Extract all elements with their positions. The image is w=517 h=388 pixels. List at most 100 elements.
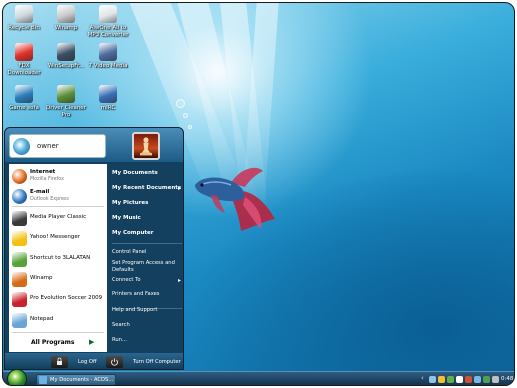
arrow-right-icon: ▶ bbox=[89, 338, 95, 346]
place-item[interactable]: My Pictures bbox=[112, 200, 183, 206]
log-off-label: Log Off bbox=[78, 359, 97, 365]
driver-cleaner-icon bbox=[57, 85, 75, 103]
programs-pane: Internet Mozilla Firefox E-mail Outlook Exp… bbox=[9, 164, 107, 352]
program-item[interactable]: Notepad bbox=[9, 311, 107, 330]
program-item[interactable]: Winamp bbox=[9, 270, 107, 289]
place-label: Help and Support bbox=[112, 307, 158, 313]
place-label: My Pictures bbox=[112, 200, 149, 206]
tray-icon[interactable] bbox=[465, 376, 472, 383]
desktop-icon-label: AlwOne All to MP3 Converter bbox=[87, 25, 129, 38]
program-name: Shortcut to 3LALATAN bbox=[30, 254, 91, 261]
desktop-icon-label: Recycle Bin bbox=[8, 25, 40, 31]
place-label: Set Program Access and Defaults bbox=[112, 260, 175, 273]
places-pane: My Documents My Recent Documents ▸ My Pictu… bbox=[109, 164, 183, 352]
winamp-icon bbox=[12, 271, 27, 287]
lock-icon bbox=[51, 356, 68, 368]
user-picture[interactable] bbox=[132, 132, 160, 160]
place-item[interactable]: Help and Support bbox=[112, 307, 183, 313]
place-label: Printers and Faxes bbox=[112, 291, 160, 297]
program-name: Notepad bbox=[30, 315, 54, 322]
taskbar: My Documents - ACDS... ‹ 0:48 bbox=[3, 369, 514, 385]
taskbar-item[interactable]: My Documents - ACDS... bbox=[36, 374, 116, 385]
place-item[interactable]: Search bbox=[112, 322, 183, 328]
log-off-button[interactable]: Log Off bbox=[51, 356, 101, 368]
program-name: E-mail bbox=[30, 189, 50, 195]
place-item[interactable]: Run... bbox=[112, 337, 183, 343]
user-avatar-icon bbox=[13, 138, 30, 155]
start-menu-header: owner bbox=[5, 128, 183, 162]
tray-expand-icon[interactable]: ‹ bbox=[421, 374, 424, 382]
arrow-right-icon: ▸ bbox=[177, 277, 181, 284]
place-label: Connect To bbox=[112, 277, 141, 283]
yahoo-messenger-icon bbox=[12, 231, 27, 247]
video-icon bbox=[99, 43, 117, 61]
desktop-icon[interactable]: mIRC bbox=[87, 85, 129, 112]
program-subtitle: Outlook Express bbox=[30, 197, 69, 202]
program-item[interactable]: Shortcut to 3LALATAN bbox=[9, 250, 107, 269]
tray-icon[interactable] bbox=[474, 376, 481, 383]
program-item[interactable]: Media Player Classic bbox=[9, 209, 107, 228]
pes-icon bbox=[12, 292, 27, 308]
start-menu: owner Internet Mozilla Firefox E-mail Outlo… bbox=[4, 127, 184, 370]
program-name: Pro Evolution Soccer 2009 bbox=[30, 295, 103, 302]
desktop-icon[interactable]: Recycle Bin bbox=[3, 5, 45, 32]
place-item[interactable]: Printers and Faxes bbox=[112, 291, 183, 297]
converter-icon bbox=[99, 5, 117, 23]
email-icon bbox=[12, 189, 27, 204]
betta-fish-image bbox=[195, 167, 275, 231]
tray-icon[interactable] bbox=[429, 376, 436, 383]
clock[interactable]: 0:48 bbox=[501, 376, 513, 382]
desktop-icon[interactable]: Game sofa bbox=[3, 85, 45, 112]
desktop-icon[interactable]: WinSetupFr... bbox=[45, 43, 87, 70]
place-item[interactable]: Control Panel bbox=[112, 249, 183, 255]
desktop-icon[interactable]: Winamp bbox=[45, 5, 87, 32]
tray-icon[interactable] bbox=[438, 376, 445, 383]
place-label: My Music bbox=[112, 215, 141, 221]
bubble bbox=[183, 113, 188, 118]
place-item[interactable]: My Computer bbox=[112, 230, 183, 236]
all-programs-button[interactable]: All Programs ▶ bbox=[9, 335, 107, 351]
tray-icon[interactable] bbox=[492, 376, 499, 383]
desktop-icon[interactable]: AlwOne All to MP3 Converter bbox=[87, 5, 129, 38]
place-label: Control Panel bbox=[112, 249, 147, 255]
place-item[interactable]: My Documents bbox=[112, 170, 183, 176]
game-icon bbox=[15, 85, 33, 103]
divider bbox=[112, 243, 182, 244]
tray-icon[interactable] bbox=[447, 376, 454, 383]
desktop-icon[interactable]: Driver Cleaner Pro bbox=[45, 85, 87, 118]
desktop-icon[interactable]: 7 Video Media bbox=[87, 43, 129, 70]
tray-icon[interactable] bbox=[483, 376, 490, 383]
place-item[interactable]: My Music bbox=[112, 215, 183, 221]
program-subtitle: Mozilla Firefox bbox=[30, 177, 64, 182]
chess-piece-icon bbox=[140, 137, 152, 156]
start-menu-footer: Log Off Turn Off Computer bbox=[5, 353, 183, 369]
desktop-icon-label: mIRC bbox=[100, 105, 116, 111]
divider bbox=[12, 332, 104, 333]
shortcut-icon bbox=[12, 251, 27, 267]
tray-icon[interactable] bbox=[456, 376, 463, 383]
place-item[interactable]: Connect To ▸ bbox=[112, 277, 183, 284]
pinned-program[interactable]: Internet Mozilla Firefox bbox=[9, 167, 107, 186]
place-item[interactable]: My Recent Documents ▸ bbox=[112, 185, 183, 192]
desktop-icon-label: FDX Downloader bbox=[7, 63, 41, 76]
divider bbox=[12, 206, 104, 207]
user-box[interactable]: owner bbox=[9, 134, 106, 158]
program-item[interactable]: Pro Evolution Soccer 2009 bbox=[9, 290, 107, 309]
folder-icon bbox=[39, 376, 47, 384]
turn-off-button[interactable]: Turn Off Computer bbox=[106, 356, 183, 368]
media-player-icon bbox=[12, 211, 27, 226]
start-button[interactable] bbox=[7, 369, 27, 385]
taskbar-item-label: My Documents - ACDS... bbox=[50, 377, 114, 383]
user-name: owner bbox=[37, 142, 59, 150]
bubble bbox=[176, 99, 185, 108]
desktop: Recycle Bin Winamp AlwOne All to MP3 Conve… bbox=[2, 2, 515, 386]
place-label: My Computer bbox=[112, 230, 154, 236]
program-name: Yahoo! Messenger bbox=[30, 234, 81, 241]
place-item[interactable]: Set Program Access and Defaults bbox=[112, 260, 183, 273]
desktop-icon-label: WinSetupFr... bbox=[47, 63, 85, 69]
fdx-icon bbox=[15, 43, 33, 61]
place-label: Run... bbox=[112, 337, 127, 343]
pinned-program[interactable]: E-mail Outlook Express bbox=[9, 187, 107, 206]
program-item[interactable]: Yahoo! Messenger bbox=[9, 229, 107, 248]
desktop-icon[interactable]: FDX Downloader bbox=[3, 43, 45, 76]
